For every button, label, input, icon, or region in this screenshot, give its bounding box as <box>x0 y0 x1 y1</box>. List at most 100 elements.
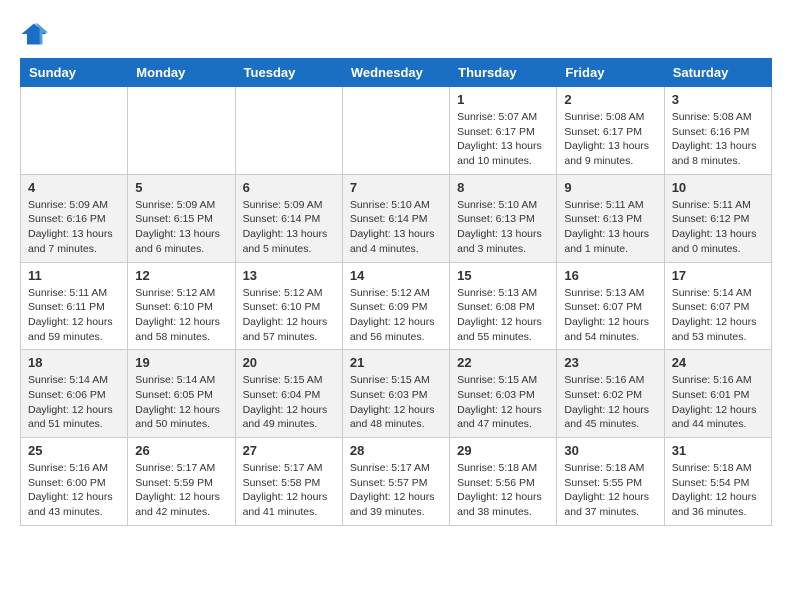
calendar-cell: 5 Sunrise: 5:09 AM Sunset: 6:15 PM Daylig… <box>128 174 235 262</box>
day-number: 4 <box>28 180 120 195</box>
calendar-cell: 9Sunrise: 5:11 AM Sunset: 6:13 PM Daylig… <box>557 174 664 262</box>
calendar-cell <box>21 87 128 175</box>
day-number: 31 <box>672 443 764 458</box>
day-info: Sunrise: 5:11 AM Sunset: 6:11 PM Dayligh… <box>28 286 120 345</box>
calendar-cell: 18 Sunrise: 5:14 AM Sunset: 6:06 PM Dayli… <box>21 350 128 438</box>
logo <box>20 20 52 48</box>
day-info: Sunrise: 5:10 AM Sunset: 6:14 PM Dayligh… <box>350 198 442 257</box>
calendar-week-row: 25 Sunrise: 5:16 AM Sunset: 6:00 PM Dayli… <box>21 438 772 526</box>
day-number: 29 <box>457 443 549 458</box>
calendar-header: SundayMondayTuesdayWednesdayThursdayFrid… <box>21 59 772 87</box>
calendar-cell: 29 Sunrise: 5:18 AM Sunset: 5:56 PM Dayli… <box>450 438 557 526</box>
day-info: Sunrise: 5:09 AM Sunset: 6:15 PM Dayligh… <box>135 198 227 257</box>
calendar-week-row: 4 Sunrise: 5:09 AM Sunset: 6:16 PM Daylig… <box>21 174 772 262</box>
day-info: Sunrise: 5:12 AM Sunset: 6:10 PM Dayligh… <box>243 286 335 345</box>
day-number: 18 <box>28 355 120 370</box>
calendar-table: SundayMondayTuesdayWednesdayThursdayFrid… <box>20 58 772 526</box>
day-info: Sunrise: 5:09 AM Sunset: 6:14 PM Dayligh… <box>243 198 335 257</box>
calendar-cell: 13 Sunrise: 5:12 AM Sunset: 6:10 PM Dayli… <box>235 262 342 350</box>
calendar-cell: 27 Sunrise: 5:17 AM Sunset: 5:58 PM Dayli… <box>235 438 342 526</box>
day-info: Sunrise: 5:15 AM Sunset: 6:04 PM Dayligh… <box>243 373 335 432</box>
calendar-cell: 14 Sunrise: 5:12 AM Sunset: 6:09 PM Dayli… <box>342 262 449 350</box>
day-number: 10 <box>672 180 764 195</box>
day-number: 13 <box>243 268 335 283</box>
calendar-cell: 24 Sunrise: 5:16 AM Sunset: 6:01 PM Dayli… <box>664 350 771 438</box>
day-info: Sunrise: 5:13 AM Sunset: 6:07 PM Dayligh… <box>564 286 656 345</box>
weekday-header: Wednesday <box>342 59 449 87</box>
day-number: 16 <box>564 268 656 283</box>
day-info: Sunrise: 5:14 AM Sunset: 6:07 PM Dayligh… <box>672 286 764 345</box>
day-info: Sunrise: 5:08 AM Sunset: 6:17 PM Dayligh… <box>564 110 656 169</box>
day-info: Sunrise: 5:12 AM Sunset: 6:09 PM Dayligh… <box>350 286 442 345</box>
calendar-week-row: 18 Sunrise: 5:14 AM Sunset: 6:06 PM Dayli… <box>21 350 772 438</box>
calendar-cell: 8Sunrise: 5:10 AM Sunset: 6:13 PM Daylig… <box>450 174 557 262</box>
day-number: 19 <box>135 355 227 370</box>
calendar-cell: 25 Sunrise: 5:16 AM Sunset: 6:00 PM Dayli… <box>21 438 128 526</box>
logo-icon <box>20 20 48 48</box>
day-info: Sunrise: 5:12 AM Sunset: 6:10 PM Dayligh… <box>135 286 227 345</box>
weekday-header: Saturday <box>664 59 771 87</box>
day-info: Sunrise: 5:17 AM Sunset: 5:58 PM Dayligh… <box>243 461 335 520</box>
calendar-cell <box>128 87 235 175</box>
day-info: Sunrise: 5:14 AM Sunset: 6:06 PM Dayligh… <box>28 373 120 432</box>
day-number: 6 <box>243 180 335 195</box>
day-number: 28 <box>350 443 442 458</box>
calendar-cell: 4 Sunrise: 5:09 AM Sunset: 6:16 PM Daylig… <box>21 174 128 262</box>
day-number: 11 <box>28 268 120 283</box>
day-info: Sunrise: 5:16 AM Sunset: 6:00 PM Dayligh… <box>28 461 120 520</box>
calendar-cell: 21Sunrise: 5:15 AM Sunset: 6:03 PM Dayli… <box>342 350 449 438</box>
calendar-cell: 20 Sunrise: 5:15 AM Sunset: 6:04 PM Dayli… <box>235 350 342 438</box>
weekday-header: Thursday <box>450 59 557 87</box>
day-number: 17 <box>672 268 764 283</box>
day-number: 12 <box>135 268 227 283</box>
calendar-cell: 23 Sunrise: 5:16 AM Sunset: 6:02 PM Dayli… <box>557 350 664 438</box>
weekday-header: Sunday <box>21 59 128 87</box>
day-number: 5 <box>135 180 227 195</box>
day-number: 8 <box>457 180 549 195</box>
header-row: SundayMondayTuesdayWednesdayThursdayFrid… <box>21 59 772 87</box>
day-number: 24 <box>672 355 764 370</box>
calendar-cell: 31Sunrise: 5:18 AM Sunset: 5:54 PM Dayli… <box>664 438 771 526</box>
calendar-cell: 17 Sunrise: 5:14 AM Sunset: 6:07 PM Dayli… <box>664 262 771 350</box>
calendar-body: 1Sunrise: 5:07 AM Sunset: 6:17 PM Daylig… <box>21 87 772 526</box>
weekday-header: Monday <box>128 59 235 87</box>
calendar-cell: 22 Sunrise: 5:15 AM Sunset: 6:03 PM Dayli… <box>450 350 557 438</box>
day-number: 25 <box>28 443 120 458</box>
day-info: Sunrise: 5:17 AM Sunset: 5:57 PM Dayligh… <box>350 461 442 520</box>
day-number: 22 <box>457 355 549 370</box>
calendar-cell: 7 Sunrise: 5:10 AM Sunset: 6:14 PM Daylig… <box>342 174 449 262</box>
day-number: 9 <box>564 180 656 195</box>
calendar-cell: 2 Sunrise: 5:08 AM Sunset: 6:17 PM Daylig… <box>557 87 664 175</box>
day-number: 26 <box>135 443 227 458</box>
calendar-cell: 19 Sunrise: 5:14 AM Sunset: 6:05 PM Dayli… <box>128 350 235 438</box>
day-number: 14 <box>350 268 442 283</box>
day-info: Sunrise: 5:17 AM Sunset: 5:59 PM Dayligh… <box>135 461 227 520</box>
day-info: Sunrise: 5:16 AM Sunset: 6:02 PM Dayligh… <box>564 373 656 432</box>
day-number: 7 <box>350 180 442 195</box>
day-info: Sunrise: 5:16 AM Sunset: 6:01 PM Dayligh… <box>672 373 764 432</box>
day-info: Sunrise: 5:15 AM Sunset: 6:03 PM Dayligh… <box>457 373 549 432</box>
calendar-cell: 12 Sunrise: 5:12 AM Sunset: 6:10 PM Dayli… <box>128 262 235 350</box>
calendar-cell <box>342 87 449 175</box>
day-number: 27 <box>243 443 335 458</box>
day-number: 2 <box>564 92 656 107</box>
calendar-cell: 16 Sunrise: 5:13 AM Sunset: 6:07 PM Dayli… <box>557 262 664 350</box>
day-number: 30 <box>564 443 656 458</box>
weekday-header: Friday <box>557 59 664 87</box>
calendar-cell: 11 Sunrise: 5:11 AM Sunset: 6:11 PM Dayli… <box>21 262 128 350</box>
calendar-cell: 1Sunrise: 5:07 AM Sunset: 6:17 PM Daylig… <box>450 87 557 175</box>
calendar-week-row: 1Sunrise: 5:07 AM Sunset: 6:17 PM Daylig… <box>21 87 772 175</box>
day-info: Sunrise: 5:08 AM Sunset: 6:16 PM Dayligh… <box>672 110 764 169</box>
day-number: 20 <box>243 355 335 370</box>
calendar-cell <box>235 87 342 175</box>
day-info: Sunrise: 5:14 AM Sunset: 6:05 PM Dayligh… <box>135 373 227 432</box>
calendar-cell: 10Sunrise: 5:11 AM Sunset: 6:12 PM Dayli… <box>664 174 771 262</box>
calendar-cell: 30Sunrise: 5:18 AM Sunset: 5:55 PM Dayli… <box>557 438 664 526</box>
day-info: Sunrise: 5:09 AM Sunset: 6:16 PM Dayligh… <box>28 198 120 257</box>
weekday-header: Tuesday <box>235 59 342 87</box>
day-info: Sunrise: 5:18 AM Sunset: 5:56 PM Dayligh… <box>457 461 549 520</box>
day-number: 23 <box>564 355 656 370</box>
day-number: 3 <box>672 92 764 107</box>
header <box>20 20 772 48</box>
day-number: 15 <box>457 268 549 283</box>
